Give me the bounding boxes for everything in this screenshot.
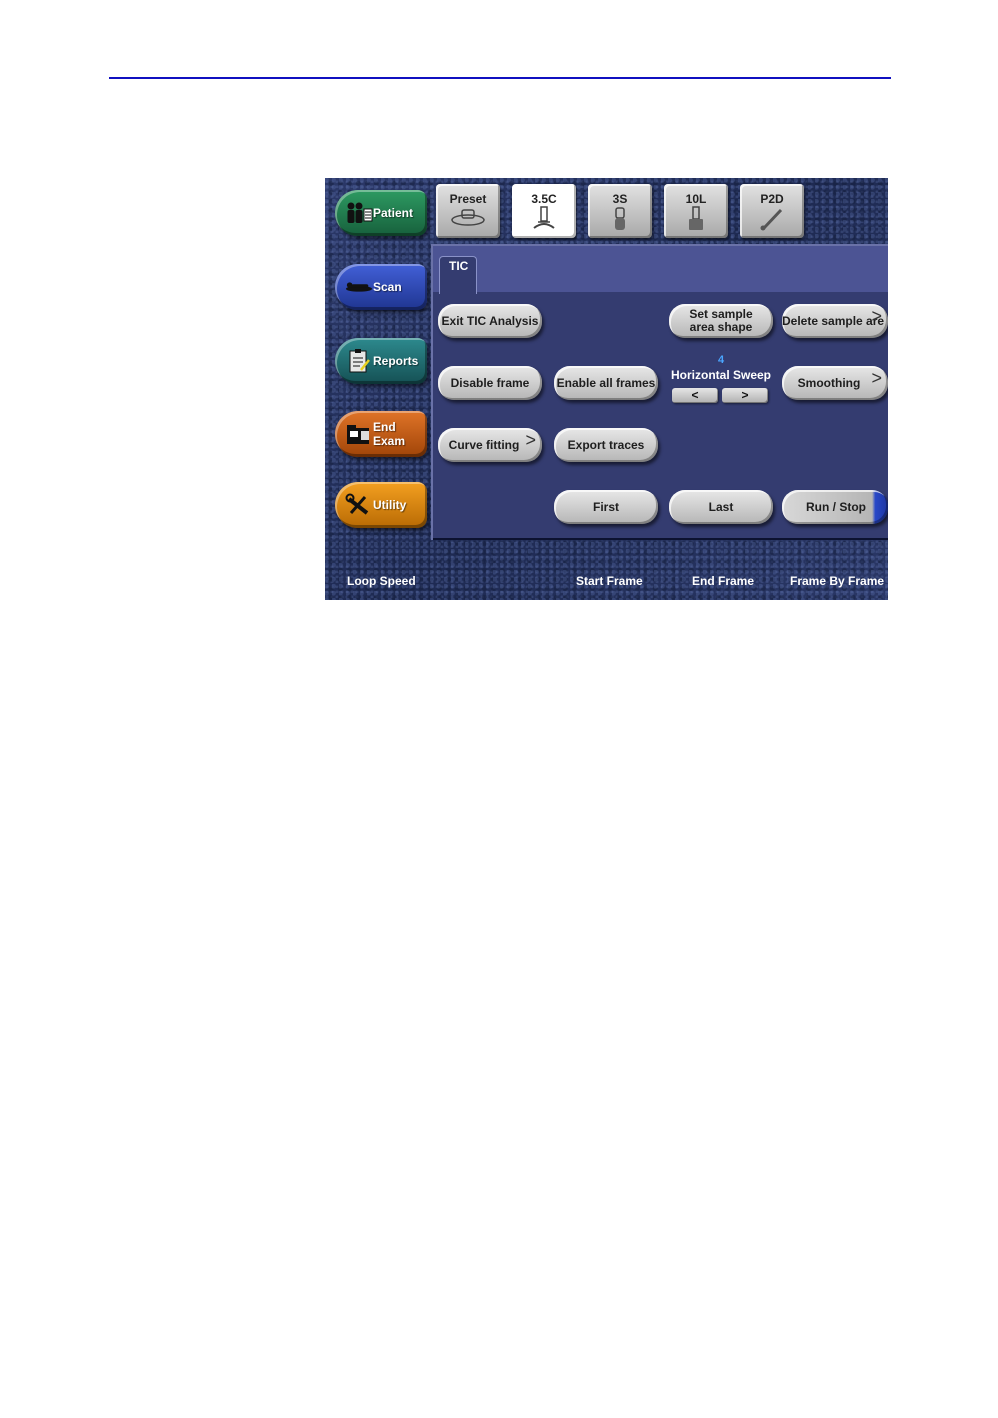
curved-probe-icon: [512, 206, 576, 232]
preset-label: Preset: [449, 192, 487, 206]
curve-fitting-button[interactable]: Curve fitting >: [438, 428, 542, 462]
probe-3-5c-tab[interactable]: 3.5C: [512, 184, 576, 238]
horizontal-sweep-decrease-button[interactable]: <: [672, 388, 718, 403]
probe-p2d-label: P2D: [760, 192, 784, 206]
set-sample-area-shape-button[interactable]: Set sample area shape: [669, 304, 773, 338]
first-button[interactable]: First: [554, 490, 658, 524]
pencil-probe-icon: [740, 206, 804, 232]
ultrasound-touch-panel: Patient Scan Reports End Exam Utility Pr…: [325, 178, 888, 600]
delete-sample-area-label: Delete sample are: [782, 313, 885, 328]
probe-3s-tab[interactable]: 3S: [588, 184, 652, 238]
horizontal-sweep-value: 4: [717, 354, 725, 366]
patient-label: Patient: [373, 206, 414, 220]
last-button[interactable]: Last: [669, 490, 773, 524]
smoothing-label: Smoothing: [797, 375, 861, 390]
clipboard-icon: [345, 348, 373, 374]
folder-icon: [345, 421, 373, 447]
chevron-right-icon: >: [871, 306, 882, 326]
people-icon: [345, 200, 373, 226]
probe-3-5c-label: 3.5C: [531, 192, 557, 206]
header-rule: [109, 77, 891, 79]
scan-button[interactable]: Scan: [335, 264, 427, 310]
disable-frame-button[interactable]: Disable frame: [438, 366, 542, 400]
probe-3s-label: 3S: [612, 192, 628, 206]
end-exam-button[interactable]: End Exam: [335, 411, 427, 457]
end-frame-label: End Frame: [692, 574, 755, 588]
delete-sample-area-button[interactable]: Delete sample are >: [782, 304, 888, 338]
loop-speed-label: Loop Speed: [347, 574, 416, 588]
horizontal-sweep-label: Horizontal Sweep: [670, 368, 771, 382]
enable-all-frames-button[interactable]: Enable all frames: [554, 366, 658, 400]
patient-bed-icon: [345, 274, 373, 300]
patient-button[interactable]: Patient: [335, 190, 427, 236]
utility-button[interactable]: Utility: [335, 482, 427, 528]
utility-label: Utility: [373, 498, 407, 512]
tic-work-area: TIC Exit TIC Analysis Set sample area sh…: [431, 244, 888, 540]
exit-tic-analysis-button[interactable]: Exit TIC Analysis: [438, 304, 542, 338]
reports-label: Reports: [373, 354, 419, 368]
end-exam-label: End Exam: [373, 420, 406, 448]
chevron-right-icon: >: [871, 368, 882, 388]
set-sample-area-shape-label: Set sample area shape: [689, 307, 753, 334]
tab-tic[interactable]: TIC: [439, 256, 477, 294]
tools-icon: [345, 492, 373, 518]
chevron-right-icon: >: [525, 430, 536, 450]
sector-probe-icon: [588, 206, 652, 232]
smoothing-button[interactable]: Smoothing >: [782, 366, 888, 400]
preset-tab[interactable]: Preset: [436, 184, 500, 238]
preset-probe-icon: [436, 206, 500, 228]
horizontal-sweep-increase-button[interactable]: >: [722, 388, 768, 403]
export-traces-button[interactable]: Export traces: [554, 428, 658, 462]
probe-p2d-tab[interactable]: P2D: [740, 184, 804, 238]
curve-fitting-label: Curve fitting: [448, 437, 520, 452]
frame-by-frame-label: Frame By Frame: [790, 574, 885, 588]
run-stop-button[interactable]: Run / Stop: [782, 490, 888, 524]
linear-probe-icon: [664, 206, 728, 232]
start-frame-label: Start Frame: [576, 574, 643, 588]
probe-10l-label: 10L: [685, 192, 707, 206]
scan-label: Scan: [373, 280, 402, 294]
run-stop-label: Run / Stop: [806, 499, 866, 514]
tab-bar: [433, 246, 888, 292]
probe-10l-tab[interactable]: 10L: [664, 184, 728, 238]
reports-button[interactable]: Reports: [335, 338, 427, 384]
